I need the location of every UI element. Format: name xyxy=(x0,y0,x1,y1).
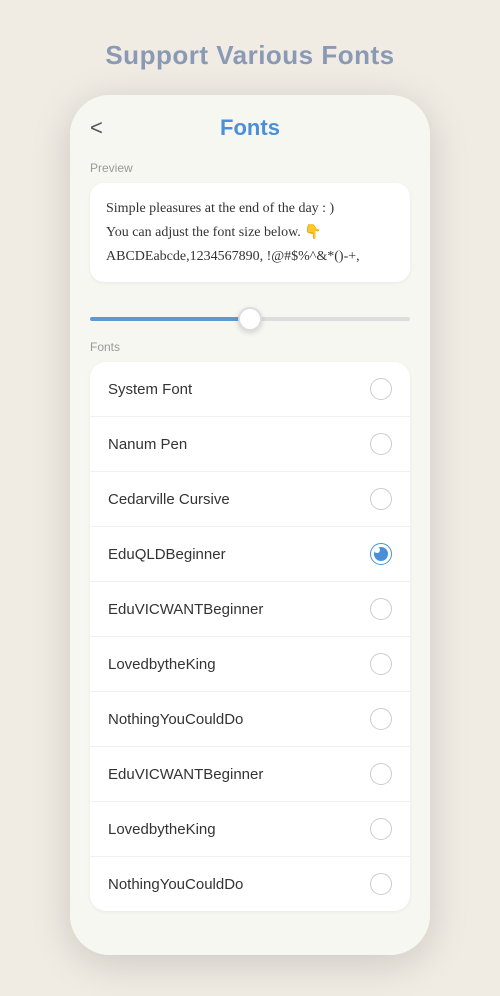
font-item-name: EduVICWANTBeginner xyxy=(108,766,263,783)
header: < Fonts xyxy=(70,95,430,151)
radio-button[interactable] xyxy=(370,873,392,895)
screen-title: Fonts xyxy=(220,115,280,141)
font-list-item[interactable]: EduVICWANTBeginner xyxy=(90,582,410,637)
radio-center-dot xyxy=(374,547,380,553)
font-list-item[interactable]: LovedbytheKing xyxy=(90,637,410,692)
preview-line-2: You can adjust the font size below. 👇 xyxy=(106,221,394,245)
font-list-item[interactable]: EduQLDBeginner xyxy=(90,527,410,582)
font-item-name: EduVICWANTBeginner xyxy=(108,601,263,618)
font-size-slider-container xyxy=(70,294,430,336)
font-list-item[interactable]: NothingYouCouldDo xyxy=(90,857,410,911)
font-item-name: LovedbytheKing xyxy=(108,821,216,838)
font-list-item[interactable]: NothingYouCouldDo xyxy=(90,692,410,747)
radio-button[interactable] xyxy=(370,488,392,510)
radio-inner-dot xyxy=(374,547,388,561)
preview-label: Preview xyxy=(90,161,410,175)
font-list-item[interactable]: Cedarville Cursive xyxy=(90,472,410,527)
font-item-name: NothingYouCouldDo xyxy=(108,876,243,893)
font-list-item[interactable]: EduVICWANTBeginner xyxy=(90,747,410,802)
font-list-item[interactable]: LovedbytheKing xyxy=(90,802,410,857)
font-item-name: System Font xyxy=(108,381,192,398)
back-button[interactable]: < xyxy=(90,115,103,141)
radio-button[interactable] xyxy=(370,653,392,675)
radio-button[interactable] xyxy=(370,763,392,785)
page-title: Support Various Fonts xyxy=(105,40,394,71)
radio-button[interactable] xyxy=(370,378,392,400)
preview-section: Preview Simple pleasures at the end of t… xyxy=(70,151,430,294)
font-item-name: LovedbytheKing xyxy=(108,656,216,673)
phone-frame: < Fonts Preview Simple pleasures at the … xyxy=(70,95,430,955)
font-item-name: EduQLDBeginner xyxy=(108,546,226,563)
fonts-list: System Font Nanum Pen Cedarville Cursive Ed… xyxy=(90,362,410,911)
font-list-item[interactable]: System Font xyxy=(90,362,410,417)
fonts-label: Fonts xyxy=(90,340,410,354)
phone-inner: < Fonts Preview Simple pleasures at the … xyxy=(70,95,430,955)
preview-line-3: ABCDEabcde,1234567890, !@#$%^&*()-+, xyxy=(106,245,394,269)
fonts-section: Fonts System Font Nanum Pen Cedarville Cur… xyxy=(70,336,430,955)
font-list-item[interactable]: Nanum Pen xyxy=(90,417,410,472)
preview-box: Simple pleasures at the end of the day :… xyxy=(90,183,410,282)
radio-button[interactable] xyxy=(370,818,392,840)
font-item-name: Cedarville Cursive xyxy=(108,491,230,508)
radio-button[interactable] xyxy=(370,598,392,620)
radio-button[interactable] xyxy=(370,708,392,730)
font-item-name: NothingYouCouldDo xyxy=(108,711,243,728)
radio-button[interactable] xyxy=(370,433,392,455)
font-item-name: Nanum Pen xyxy=(108,436,187,453)
font-size-slider[interactable] xyxy=(90,317,410,321)
radio-button[interactable] xyxy=(370,543,392,565)
preview-line-1: Simple pleasures at the end of the day :… xyxy=(106,197,394,221)
